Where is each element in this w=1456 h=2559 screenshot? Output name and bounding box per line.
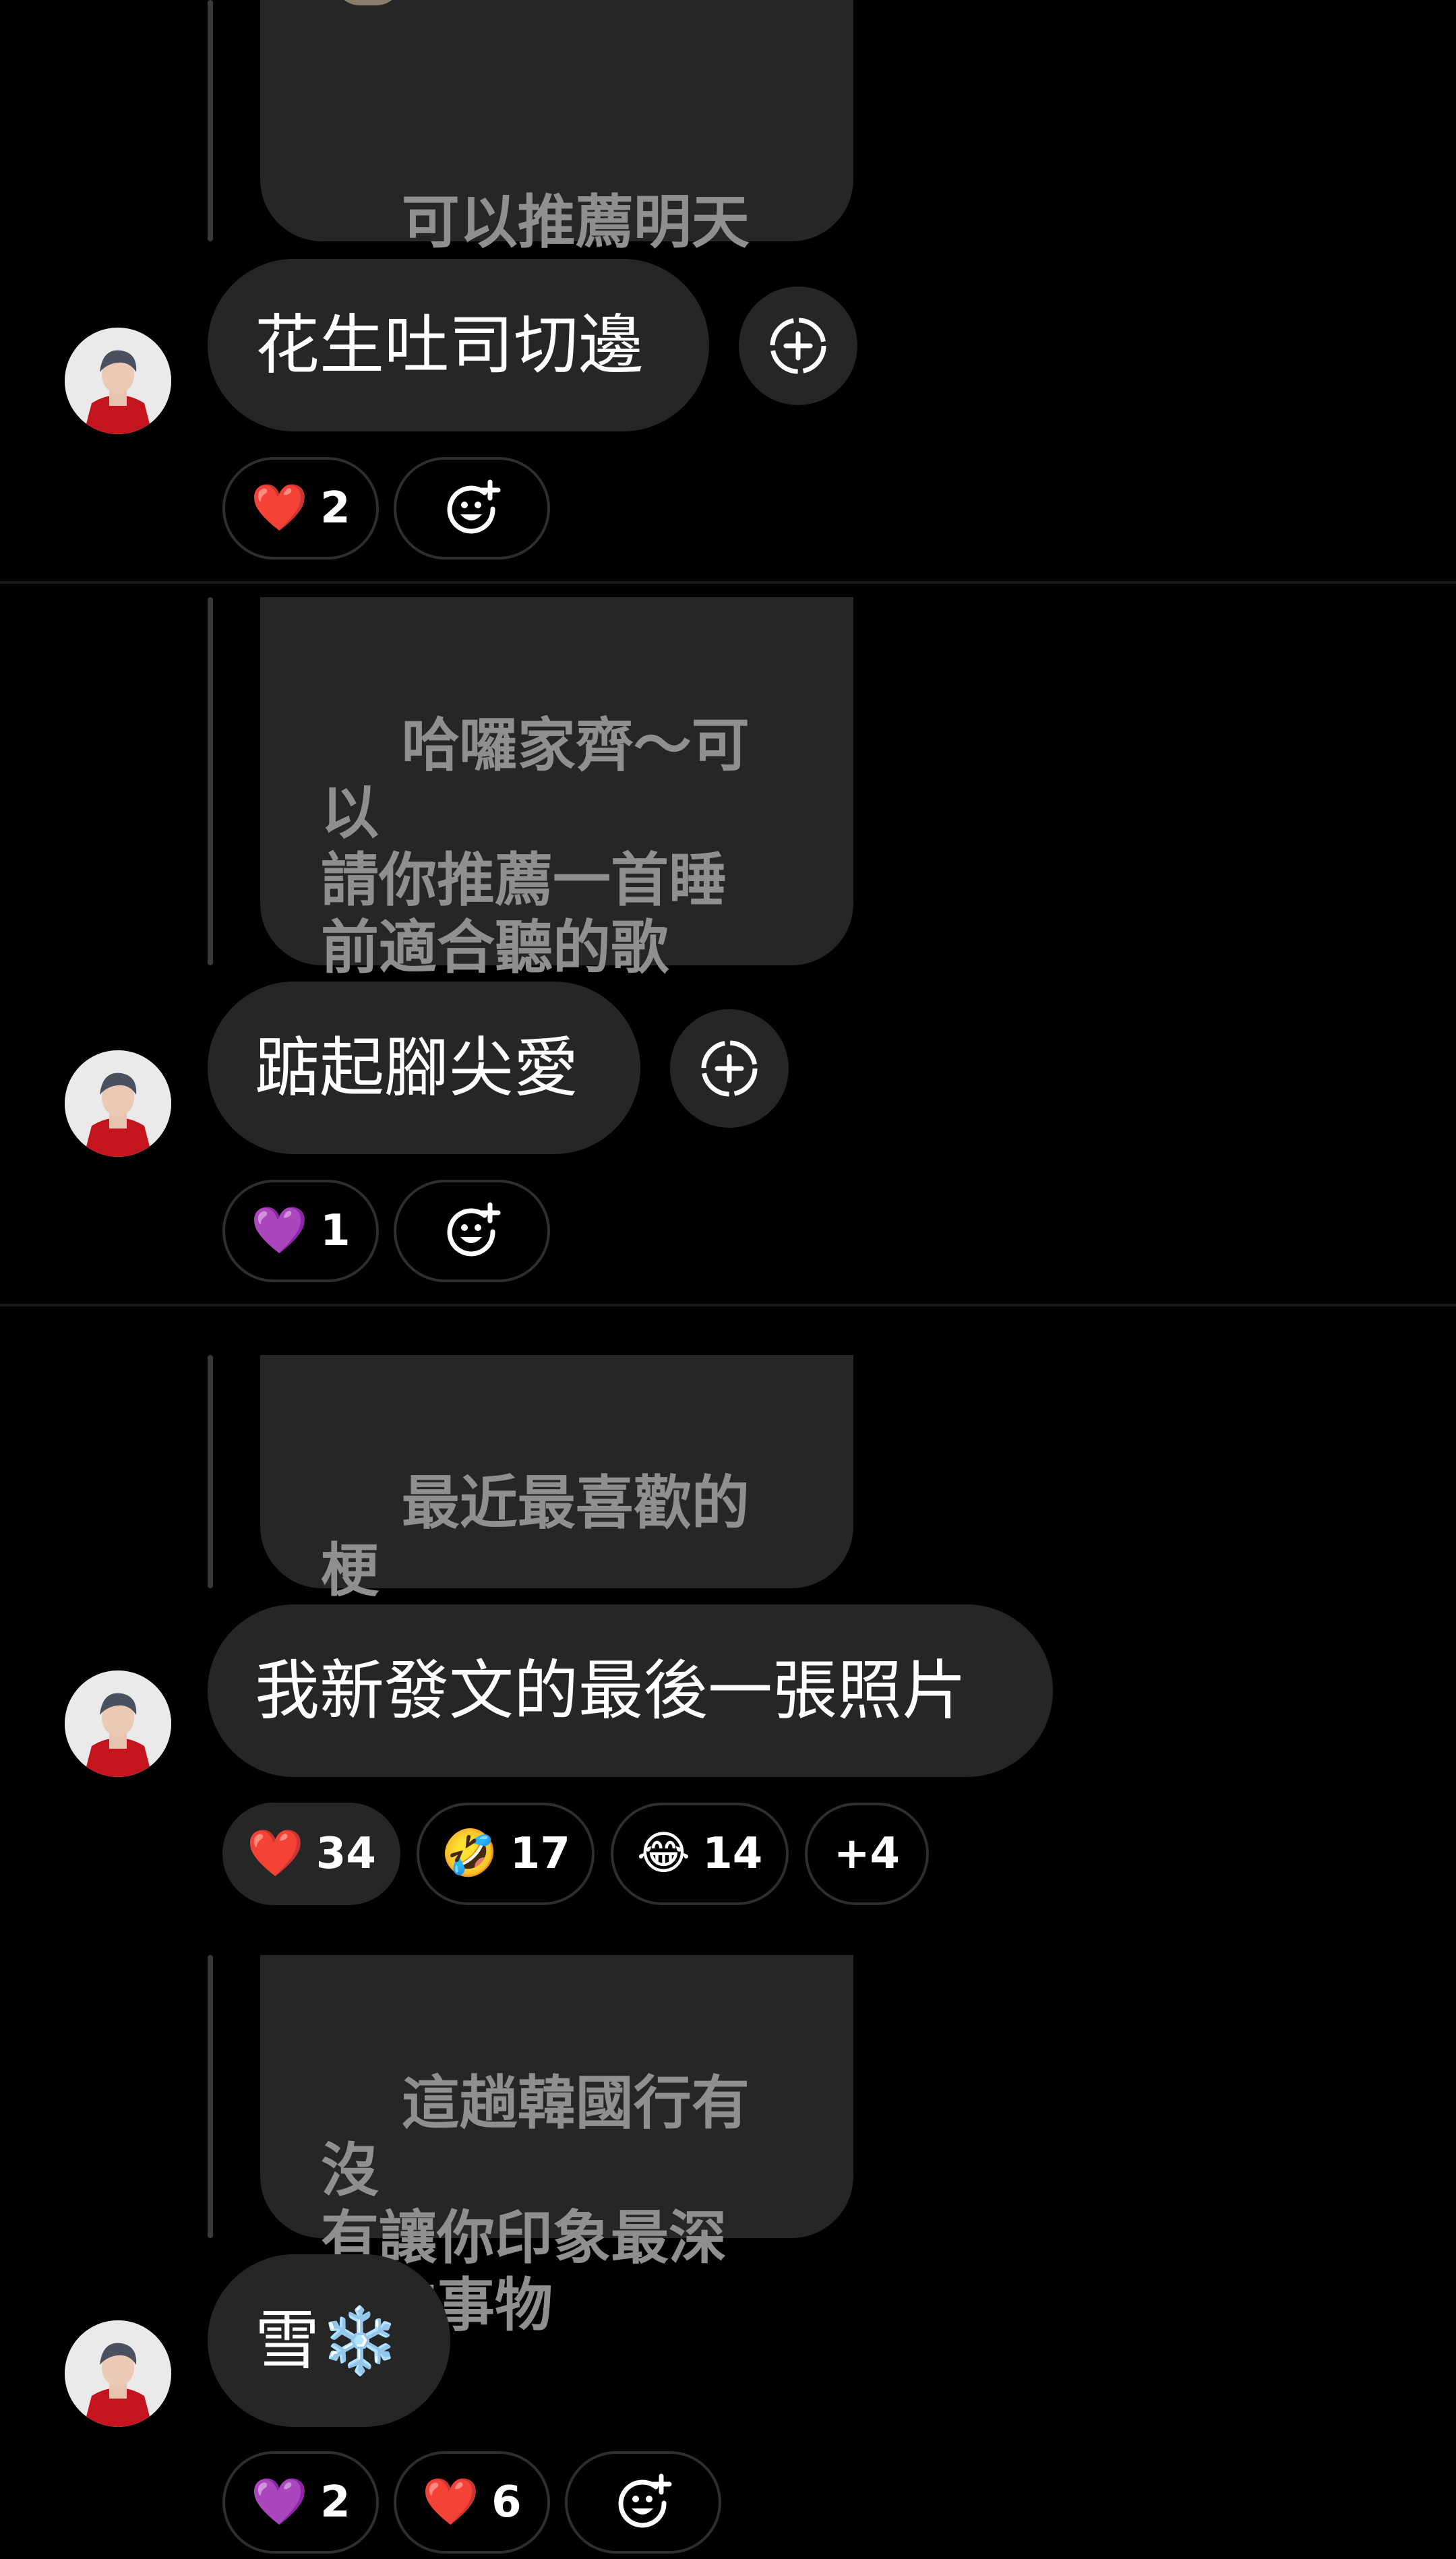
add-circle-dashed-icon bbox=[701, 1040, 758, 1097]
thread-divider bbox=[0, 581, 1456, 584]
add-reaction-button[interactable] bbox=[394, 1180, 550, 1282]
avatar[interactable] bbox=[65, 328, 171, 434]
reply-thread-line bbox=[208, 0, 213, 241]
reaction-count: 34 bbox=[315, 1829, 376, 1879]
reaction-pill[interactable]: ❤️ 34 bbox=[222, 1803, 400, 1905]
avatar[interactable] bbox=[65, 1050, 171, 1157]
smiley-plus-icon bbox=[447, 1202, 501, 1257]
quoted-question: 這趟韓國行有沒 有讓你印象最深 刻的事物 bbox=[260, 1955, 853, 2339]
add-reaction-button[interactable] bbox=[565, 2451, 721, 2554]
more-reactions-count: +4 bbox=[833, 1829, 901, 1879]
reaction-pill[interactable]: 💜 1 bbox=[222, 1180, 379, 1282]
answer-bubble: 花生吐司切邊 bbox=[208, 259, 709, 431]
rofl-emoji-icon: 🤣 bbox=[441, 1827, 498, 1880]
reaction-pill[interactable]: 🤣 17 bbox=[417, 1803, 595, 1905]
reaction-count: 2 bbox=[320, 2477, 351, 2527]
reply-thread-line bbox=[208, 1955, 213, 2238]
heart-purple-icon: 💜 bbox=[251, 1204, 309, 1257]
heart-purple-icon: 💜 bbox=[251, 2475, 309, 2529]
question-avatar-icon bbox=[334, 0, 402, 5]
reaction-count: 1 bbox=[320, 1206, 351, 1256]
reaction-pill[interactable]: 😂 14 bbox=[611, 1803, 789, 1905]
answer-bubble: 我新發文的最後一張照片 bbox=[208, 1604, 1053, 1777]
answer-text: 雪❄️ bbox=[255, 2303, 400, 2378]
joy-emoji-icon: 😂 bbox=[636, 1827, 691, 1880]
answer-bubble: 踮起腳尖愛 bbox=[208, 982, 640, 1154]
reaction-count: 14 bbox=[702, 1829, 763, 1879]
avatar[interactable] bbox=[65, 2320, 171, 2427]
thread-divider bbox=[0, 1304, 1456, 1306]
quoted-question: 哈囉家齊～可以 請你推薦一首睡 前適合聽的歌 嗎？ bbox=[260, 597, 853, 1049]
smiley-plus-icon bbox=[618, 2473, 672, 2528]
quoted-question: 可以推薦明天的 早餐嗎？ bbox=[260, 0, 853, 391]
heart-red-icon: ❤️ bbox=[251, 481, 309, 535]
answer-text: 花生吐司切邊 bbox=[255, 307, 643, 383]
add-circle-dashed-icon bbox=[770, 318, 826, 374]
reaction-pill[interactable]: ❤️ 2 bbox=[222, 457, 379, 560]
quoted-question: 最近最喜歡的梗 圖是 bbox=[260, 1355, 853, 1674]
answer-text: 我新發文的最後一張照片 bbox=[255, 1653, 967, 1728]
reaction-count: 6 bbox=[491, 2477, 522, 2527]
reaction-count: 2 bbox=[320, 483, 351, 533]
add-reply-button[interactable] bbox=[670, 1009, 789, 1128]
reply-thread-line bbox=[208, 597, 213, 965]
add-reply-button[interactable] bbox=[739, 287, 857, 405]
avatar[interactable] bbox=[65, 1670, 171, 1777]
heart-red-icon: ❤️ bbox=[247, 1827, 304, 1880]
more-reactions-pill[interactable]: +4 bbox=[805, 1803, 929, 1905]
reply-thread-line bbox=[208, 1355, 213, 1588]
smiley-plus-icon bbox=[447, 479, 501, 534]
reaction-pill[interactable]: 💜 2 bbox=[222, 2451, 379, 2554]
reaction-pill[interactable]: ❤️ 6 bbox=[394, 2451, 550, 2554]
heart-red-icon: ❤️ bbox=[422, 2475, 480, 2529]
answer-bubble: 雪❄️ bbox=[208, 2254, 450, 2427]
answer-text: 踮起腳尖愛 bbox=[255, 1030, 578, 1106]
reaction-count: 17 bbox=[510, 1829, 570, 1879]
add-reaction-button[interactable] bbox=[394, 457, 550, 560]
